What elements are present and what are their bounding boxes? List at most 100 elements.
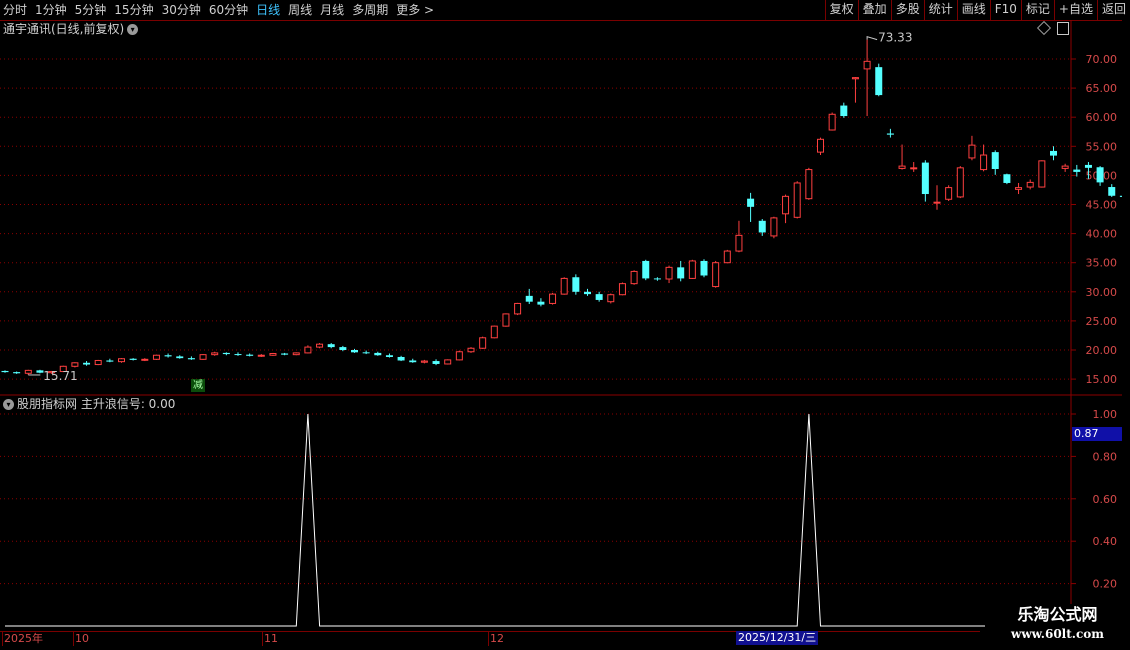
candle-body-up <box>257 354 265 357</box>
indicator-title[interactable]: ▾ 股朋指标网 主升浪信号: 0.00 <box>3 396 175 412</box>
candle-body-up <box>514 302 522 315</box>
candle-body-up <box>1026 181 1034 188</box>
candle-body-up <box>479 337 487 349</box>
candle-body-up <box>118 358 125 363</box>
candle-body-up <box>490 325 498 339</box>
candle-body-up <box>502 313 510 327</box>
price-tick-label: 60.00 <box>1086 111 1118 124</box>
date-axis: 2025年 10 11 12 <box>0 631 980 646</box>
candle-body-up <box>292 352 300 356</box>
candle-body-down <box>1050 150 1057 156</box>
candle-body-up <box>851 77 859 80</box>
candle-body-up <box>688 260 696 279</box>
price-tick-label: 35.00 <box>1086 257 1118 270</box>
candle-body-down <box>886 133 894 135</box>
price-tick-label: 70.00 <box>1086 53 1118 66</box>
candle-body-down <box>747 198 755 207</box>
price-tick-label: 30.00 <box>1086 286 1118 299</box>
candle-body-up <box>630 270 638 285</box>
candle-body-up <box>723 250 731 264</box>
candle-body-up <box>863 60 871 70</box>
candle-body-down <box>234 354 242 356</box>
date-cursor-label: 2025/12/31/三 <box>736 631 819 645</box>
candle-body-down <box>1 370 9 373</box>
candle-body-down <box>584 291 591 295</box>
candle-body-up <box>549 293 557 304</box>
candle-body-up <box>467 347 475 353</box>
date-tick <box>2 632 3 646</box>
candle-body-up <box>24 369 32 374</box>
candle-body-down <box>351 350 358 353</box>
candle-body-up <box>420 360 428 363</box>
indicator-tick-label: 0.80 <box>1093 450 1118 463</box>
chevron-down-icon[interactable]: ▾ <box>3 399 14 410</box>
high-marker <box>866 35 878 41</box>
candle-body-up <box>945 187 953 200</box>
candle-body-down <box>525 295 533 302</box>
candle-body-down <box>1073 169 1081 172</box>
candle-body-up <box>560 277 568 295</box>
candle-body-up <box>805 169 813 200</box>
candle-body-down <box>1084 164 1092 168</box>
candle-body-down <box>432 361 440 364</box>
right-edge-strip <box>1122 20 1130 400</box>
candle-body-down <box>677 267 685 279</box>
candle-body-down <box>397 356 405 361</box>
candle-body-up <box>316 343 324 348</box>
candle-body-up <box>199 354 207 360</box>
candle-body-down <box>187 358 195 360</box>
candle-body-up <box>1061 165 1069 169</box>
candle-body-up <box>1038 160 1046 188</box>
current-value-marker: 0.87 <box>1072 427 1122 441</box>
candle-body-down <box>840 105 848 117</box>
candle-body-up <box>304 346 312 354</box>
candle-body-up <box>152 354 160 360</box>
candle-body-down <box>595 294 603 300</box>
price-tick-label: 45.00 <box>1086 199 1118 212</box>
indicator-tick-label: 0.20 <box>1093 578 1118 591</box>
candle-body-down <box>653 278 661 280</box>
watermark-url: www.60lt.com <box>1011 627 1104 641</box>
indicator-tick-label: 0.60 <box>1093 493 1118 506</box>
candle-body-down <box>991 152 999 169</box>
candle-body-up <box>817 138 824 153</box>
candle-body-up <box>933 201 941 204</box>
signal-line <box>5 413 1112 627</box>
candle-body-up <box>607 294 615 303</box>
candle-body-up <box>618 283 626 296</box>
candle-body-up <box>968 144 976 159</box>
candle-body-down <box>1096 167 1104 183</box>
candle-body-down <box>374 352 382 356</box>
candle-body-down <box>385 355 393 357</box>
candle-body-down <box>83 362 91 365</box>
candle-body-down <box>1003 174 1011 183</box>
low-price-label: 15.71 <box>43 369 77 383</box>
date-tick <box>262 632 263 646</box>
candle-body-up <box>141 358 149 361</box>
candle-body-down <box>13 372 21 374</box>
candle-body-down <box>700 260 708 276</box>
price-tick-label: 65.00 <box>1086 82 1118 95</box>
indicator-tick-label: 0.40 <box>1093 535 1118 548</box>
date-tick <box>73 632 74 646</box>
candle-body-down <box>281 353 289 355</box>
date-label: 11 <box>264 632 278 645</box>
candle-body-down <box>246 354 254 356</box>
candle-body-up <box>793 182 801 218</box>
watermark-title: 乐淘公式网 <box>1017 605 1098 624</box>
date-label: 2025年 <box>4 632 43 645</box>
candle-body-up <box>910 167 918 170</box>
candle-body-down <box>572 277 580 292</box>
candle-body-up <box>269 352 277 356</box>
date-label: 12 <box>490 632 504 645</box>
candle-body-down <box>164 355 172 357</box>
candle-body-up <box>980 154 988 171</box>
candle-body-up <box>211 352 219 356</box>
chart-canvas[interactable]: 70.0065.0060.0055.0050.0045.0040.0035.00… <box>0 0 1130 650</box>
candle-body-down <box>1108 187 1116 196</box>
candle-body-down <box>921 162 929 195</box>
candle-body-up <box>782 195 790 215</box>
candle-body-down <box>222 352 230 355</box>
candle-body-up <box>1015 187 1023 190</box>
candle-body-down <box>176 356 184 359</box>
